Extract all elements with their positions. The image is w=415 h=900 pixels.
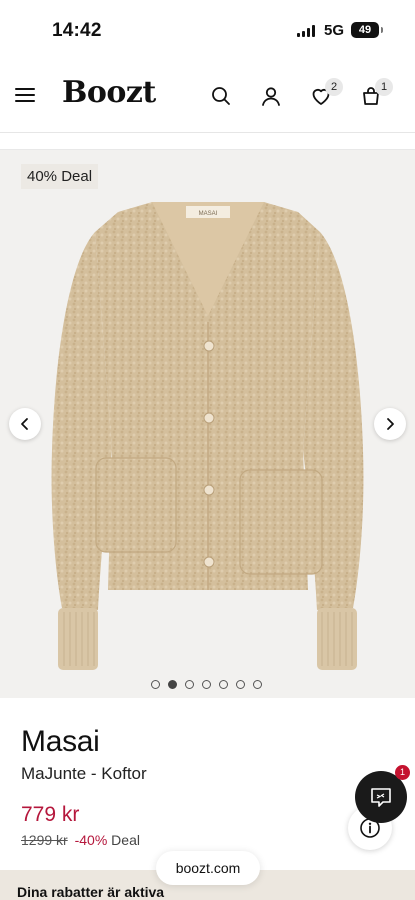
browser-url-bar[interactable]: boozt.com [156, 851, 260, 885]
carousel-dot[interactable] [151, 680, 160, 689]
carousel-dots [151, 680, 262, 689]
signal-icon [297, 25, 315, 37]
network-type: 5G [324, 22, 345, 39]
battery-icon: 49 [351, 22, 383, 38]
sale-price: 779 kr [21, 803, 80, 826]
cart-count-badge: 1 [375, 78, 393, 96]
account-icon[interactable] [259, 84, 283, 108]
search-icon[interactable] [209, 84, 233, 108]
chat-notification-badge: 1 [395, 765, 410, 780]
original-price: 1299 kr [21, 832, 68, 848]
logo[interactable]: Boozt [62, 75, 156, 110]
cart-icon[interactable]: 1 [359, 78, 393, 108]
status-bar: 14:42 5G 49 [0, 0, 415, 58]
carousel-dot[interactable] [253, 680, 262, 689]
garment-label-text: MASAI [199, 211, 218, 217]
wishlist-icon[interactable]: 2 [309, 78, 343, 108]
discount-banner-text: Dina rabatter är aktiva [17, 884, 165, 900]
status-time: 14:42 [52, 20, 102, 41]
product-image: MASAI [51, 202, 364, 670]
product-name: MaJunte - Koftor [21, 764, 147, 783]
previous-image-button[interactable] [9, 408, 41, 440]
carousel-dot[interactable] [185, 680, 194, 689]
chevron-left-icon [21, 418, 28, 430]
carousel-dot[interactable] [202, 680, 211, 689]
carousel-dot[interactable] [168, 680, 177, 689]
wishlist-count-badge: 2 [325, 78, 343, 96]
chat-icon [371, 788, 391, 807]
original-price-row: 1299 kr -40% Deal [21, 832, 140, 848]
deal-label: Deal [111, 832, 140, 848]
next-image-button[interactable] [374, 408, 406, 440]
menu-icon[interactable] [15, 88, 35, 104]
product-gallery[interactable]: MASAI 40% Deal [0, 150, 415, 698]
product-brand[interactable]: Masai [21, 725, 100, 759]
chevron-right-icon [387, 418, 394, 430]
site-header: Boozt 2 1 [0, 58, 415, 133]
carousel-dot[interactable] [236, 680, 245, 689]
discount-percent: -40% [74, 832, 108, 848]
deal-badge: 40% Deal [21, 164, 99, 189]
carousel-dot[interactable] [219, 680, 228, 689]
